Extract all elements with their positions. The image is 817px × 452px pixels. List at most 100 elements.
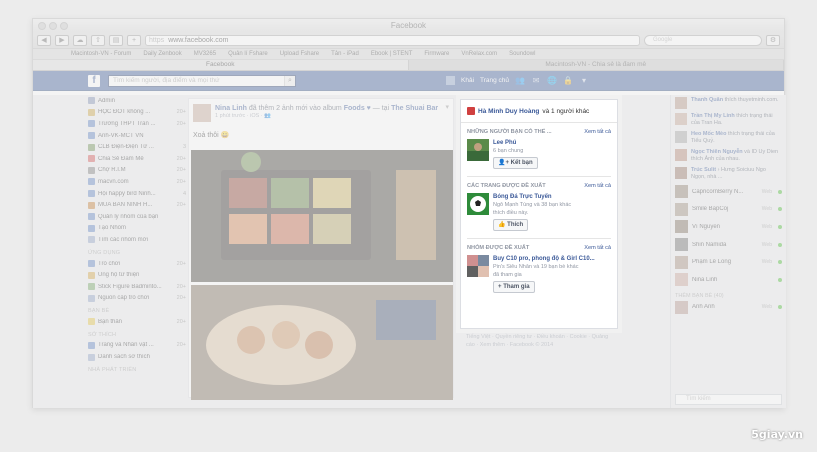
post-photos[interactable] xyxy=(191,150,453,400)
sidebar-item[interactable]: CLB Điện-Điện Tử ... 3 xyxy=(88,141,186,153)
friend-request-row[interactable]: Hà Minh Duy Hoàng và 1 người khác xyxy=(461,100,617,123)
tab-facebook[interactable]: Facebook xyxy=(33,60,409,70)
ticker-item[interactable]: Thanh Quân thích thuyetminh.com. xyxy=(671,95,786,111)
sidebar-item[interactable]: Danh sách sở thích xyxy=(88,351,186,363)
chat-contact[interactable]: Phạm Lê Long Web xyxy=(671,253,786,271)
like-page-button[interactable]: 👍 Thích xyxy=(493,219,529,231)
suggested-page-name[interactable]: Bóng Đá Trực Tuyến xyxy=(493,193,571,201)
sidebar-item[interactable]: MUA BÁN NINH H... 20+ xyxy=(88,199,186,211)
ticker-item[interactable]: Ngọc Thiên Nguyễn và ID Uy Dien thích Ản… xyxy=(671,147,786,165)
bookmark-item[interactable]: Macintosh-VN - Forum xyxy=(71,51,131,57)
new-tab-icon[interactable]: + xyxy=(127,35,141,46)
mutual-friends-text[interactable]: 6 bạn chung xyxy=(493,147,538,155)
sidebar-item[interactable]: Chia Sẻ Đam Mê 20+ xyxy=(88,153,186,165)
see-all-link[interactable]: Xem tất cả xyxy=(584,183,611,189)
facebook-search-input[interactable]: Tìm kiếm người, địa điểm và mọi thứ ⌕ xyxy=(108,74,296,87)
group-icon xyxy=(88,155,95,163)
settings-icon[interactable]: ⚙ xyxy=(766,35,780,46)
sidebar-item[interactable]: Hội happy bird Ninh... 4 xyxy=(88,188,186,200)
bookmark-item[interactable]: Soundowl xyxy=(509,51,535,57)
sidebar-item[interactable]: Quản lý nhóm của bạn xyxy=(88,211,186,223)
address-bar[interactable]: https www.facebook.com xyxy=(145,35,640,46)
group-photo[interactable] xyxy=(467,255,489,277)
sidebar-item[interactable]: Admin xyxy=(88,95,186,107)
avatar[interactable] xyxy=(193,104,211,122)
see-all-link[interactable]: Xem tất cả xyxy=(584,129,611,135)
account-menu-icon[interactable]: ▾ xyxy=(579,76,589,85)
contact-name: CapricornBerry N... xyxy=(692,188,744,195)
sidebar-item[interactable]: macvn.com 20+ xyxy=(88,176,186,188)
place-link[interactable]: The Shuai Bar xyxy=(391,105,438,112)
avatar[interactable] xyxy=(467,139,489,161)
friend-request-name[interactable]: Hà Minh Duy Hoàng xyxy=(478,108,539,115)
reading-list-icon[interactable]: ▤ xyxy=(109,35,123,46)
sidebar-item[interactable]: Nguồn cấp trò chơi 20+ xyxy=(88,293,186,305)
soccer-ball-icon[interactable] xyxy=(467,193,489,215)
sidebar-item[interactable]: Trang và Nhân vật ... 20+ xyxy=(88,340,186,352)
suggested-pages-heading: CÁC TRANG ĐƯỢC ĐỀ XUẤT Xem tất cả xyxy=(461,177,617,193)
avatar[interactable] xyxy=(446,76,455,85)
join-group-button[interactable]: + Tham gia xyxy=(493,281,535,293)
chat-search-input[interactable]: Tìm kiếm xyxy=(675,394,782,405)
post-options-icon[interactable]: ▾ xyxy=(445,103,449,111)
sidebar-item[interactable]: Trường THPT Trần ... 20+ xyxy=(88,118,186,130)
chat-contact[interactable]: Nina Linh xyxy=(671,271,786,289)
bookmark-item[interactable]: Upload Fshare xyxy=(280,51,319,57)
bookmark-item[interactable]: Firmware xyxy=(424,51,449,57)
chat-contact[interactable]: CapricornBerry N... Web xyxy=(671,183,786,201)
post-author-link[interactable]: Nina Linh xyxy=(215,105,247,112)
forward-icon[interactable]: ▶ xyxy=(55,35,69,46)
sidebar-item[interactable]: HỌC ĐỐT không ... 20+ xyxy=(88,107,186,119)
bookmark-item[interactable]: Quản lí Fshare xyxy=(228,51,268,57)
chat-contact[interactable]: Shin Namida Web xyxy=(671,236,786,254)
close-icon[interactable] xyxy=(38,22,46,30)
notifications-icon[interactable]: 🌐 xyxy=(547,76,557,85)
profile-link[interactable]: Khải xyxy=(461,77,474,84)
share-icon[interactable]: ⇧ xyxy=(91,35,105,46)
bookmark-item[interactable]: Daily Zenbook xyxy=(143,51,181,57)
bookmark-item[interactable]: Ebook | STENT xyxy=(371,51,413,57)
add-friend-button[interactable]: 👤+ Kết bạn xyxy=(493,157,538,169)
sidebar-item[interactable]: Anh-VK-MCT VN xyxy=(88,130,186,142)
window-controls[interactable] xyxy=(38,22,68,30)
footer-links[interactable]: Tiếng Việt · Quyền riêng tư · Điều khoản… xyxy=(466,333,616,349)
sidebar-item[interactable]: Trò chơi 20+ xyxy=(88,258,186,270)
post-timestamp[interactable]: 1 phút trước · iOS · xyxy=(215,113,264,119)
sidebar-item[interactable]: Chợ R.I.M 20+ xyxy=(88,165,186,177)
zoom-icon[interactable] xyxy=(60,22,68,30)
album-link[interactable]: Foods ♥ xyxy=(344,105,371,112)
chat-contact[interactable]: Vĩ Nguyễn Web xyxy=(671,218,786,236)
suggested-group-name[interactable]: Buy C10 pro, phong độ & Girl C10... xyxy=(493,255,595,263)
bookmark-item[interactable]: Tản - iPad xyxy=(331,51,359,57)
ticker-item[interactable]: Trần Thị My Linh thích trạng thái của Tr… xyxy=(671,111,786,129)
avatar xyxy=(675,149,687,161)
home-link[interactable]: Trang chủ xyxy=(480,77,509,84)
minimize-icon[interactable] xyxy=(49,22,57,30)
sidebar-item[interactable]: Bạn thân 20+ xyxy=(88,316,186,328)
bookmark-item[interactable]: MV3265 xyxy=(194,51,216,57)
sidebar-item[interactable]: Tạo Nhóm xyxy=(88,223,186,235)
privacy-icon[interactable]: 🔒 xyxy=(563,76,573,85)
back-icon[interactable]: ◀ xyxy=(37,35,51,46)
page-likers-text[interactable]: Ngô Mạnh Tùng và 38 bạn khác xyxy=(493,201,571,209)
search-icon[interactable]: ⌕ xyxy=(284,75,295,86)
bookmark-item[interactable]: VnRelax.com xyxy=(461,51,497,57)
sidebar-item[interactable]: Stick Figure Badminto... 20+ xyxy=(88,281,186,293)
audience-icon[interactable]: 👥 xyxy=(264,113,271,119)
ticker-item[interactable]: Heo Mốc Mèo thích trạng thái của Tiểu Qu… xyxy=(671,129,786,147)
see-all-link[interactable]: Xem tất cả xyxy=(584,245,611,251)
tab-macintosh-vn[interactable]: Macintosh-VN - Chia sẻ là đam mê xyxy=(409,60,784,70)
browser-search-input[interactable]: Google xyxy=(644,35,762,46)
sidebar-item[interactable]: Tìm các nhóm mới xyxy=(88,234,186,246)
chat-contact[interactable]: Smile BắpCõj Web xyxy=(671,201,786,219)
facebook-logo-icon[interactable]: f xyxy=(88,74,100,87)
chat-contact[interactable]: Anh Anh Web xyxy=(671,299,786,317)
cloud-icon[interactable]: ☁ xyxy=(73,35,87,46)
messages-icon[interactable]: ✉ xyxy=(531,76,541,85)
group-members-text[interactable]: Pin's Siêu Nhân và 19 bạn bè khác xyxy=(493,263,595,271)
suggested-person-name[interactable]: Lee Phú xyxy=(493,139,538,147)
screenshot-stage: Facebook ◀ ▶ ☁ ⇧ ▤ + https www.facebook.… xyxy=(0,0,817,452)
ticker-item[interactable]: Trúc Sulit › Hưng Soiciuu Ngo Ngọn, nhà … xyxy=(671,165,786,183)
sidebar-item[interactable]: Ủng hộ từ thiện xyxy=(88,269,186,281)
friend-requests-icon[interactable]: 👥 xyxy=(515,76,525,85)
